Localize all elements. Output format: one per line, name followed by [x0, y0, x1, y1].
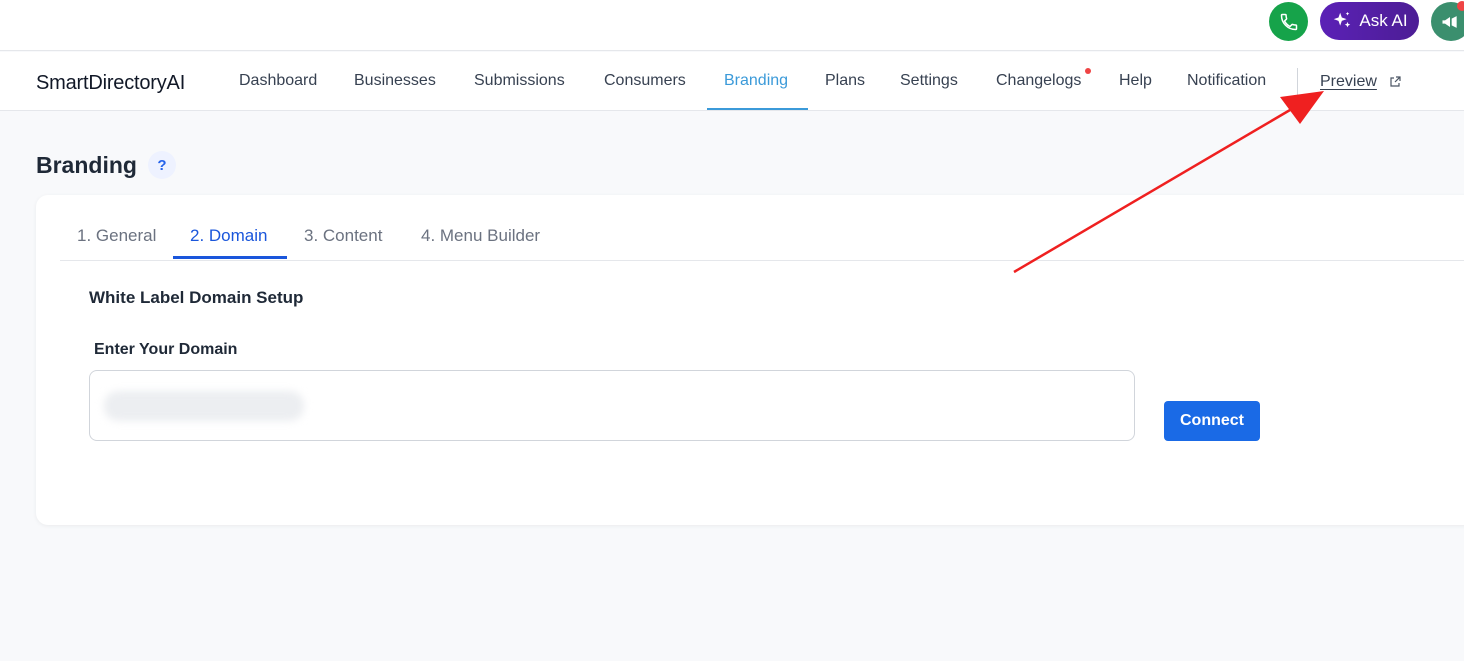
nav-item-notification[interactable]: Notification: [1187, 72, 1266, 90]
phone-icon: [1280, 13, 1297, 30]
sparkle-icon: [1334, 11, 1351, 28]
redacted-domain-value: [104, 391, 304, 421]
nav-item-submissions[interactable]: Submissions: [474, 72, 565, 90]
ask-ai-button[interactable]: Ask AI: [1320, 2, 1419, 40]
nav-item-changelogs[interactable]: Changelogs: [996, 72, 1081, 90]
nav-item-branding[interactable]: Branding: [724, 72, 788, 90]
nav-item-plans[interactable]: Plans: [825, 72, 865, 90]
domain-field-label: Enter Your Domain: [94, 341, 238, 358]
nav-item-help[interactable]: Help: [1119, 72, 1152, 90]
connect-button[interactable]: Connect: [1164, 401, 1260, 441]
branding-card: 1. General 2. Domain 3. Content 4. Menu …: [36, 195, 1464, 525]
external-link-icon[interactable]: [1389, 76, 1401, 88]
nav-active-indicator: [707, 108, 808, 110]
preview-link[interactable]: Preview: [1320, 73, 1377, 91]
nav-item-dashboard[interactable]: Dashboard: [239, 72, 317, 90]
tab-active-indicator: [173, 256, 287, 259]
main-navbar: SmartDirectoryAI Dashboard Businesses Su…: [0, 52, 1464, 111]
section-title: White Label Domain Setup: [89, 288, 304, 307]
nav-item-businesses[interactable]: Businesses: [354, 72, 436, 90]
tabs-divider: [60, 260, 1464, 261]
nav-item-settings[interactable]: Settings: [900, 72, 958, 90]
notification-dot: [1457, 1, 1464, 11]
tab-domain[interactable]: 2. Domain: [190, 226, 267, 246]
changelogs-unread-dot: [1085, 68, 1091, 74]
nav-item-consumers[interactable]: Consumers: [604, 72, 686, 90]
tab-content[interactable]: 3. Content: [304, 226, 382, 246]
help-icon[interactable]: ?: [148, 151, 176, 179]
tab-general[interactable]: 1. General: [77, 226, 156, 246]
page-title: Branding: [36, 152, 137, 178]
ask-ai-label: Ask AI: [1359, 11, 1408, 30]
phone-button[interactable]: [1269, 2, 1308, 41]
app-brand[interactable]: SmartDirectoryAI: [36, 72, 185, 95]
domain-input[interactable]: [89, 370, 1135, 441]
nav-divider: [1297, 68, 1298, 96]
top-utility-bar: Ask AI: [0, 0, 1464, 51]
megaphone-icon: [1442, 15, 1457, 28]
tab-menu-builder[interactable]: 4. Menu Builder: [421, 226, 540, 246]
